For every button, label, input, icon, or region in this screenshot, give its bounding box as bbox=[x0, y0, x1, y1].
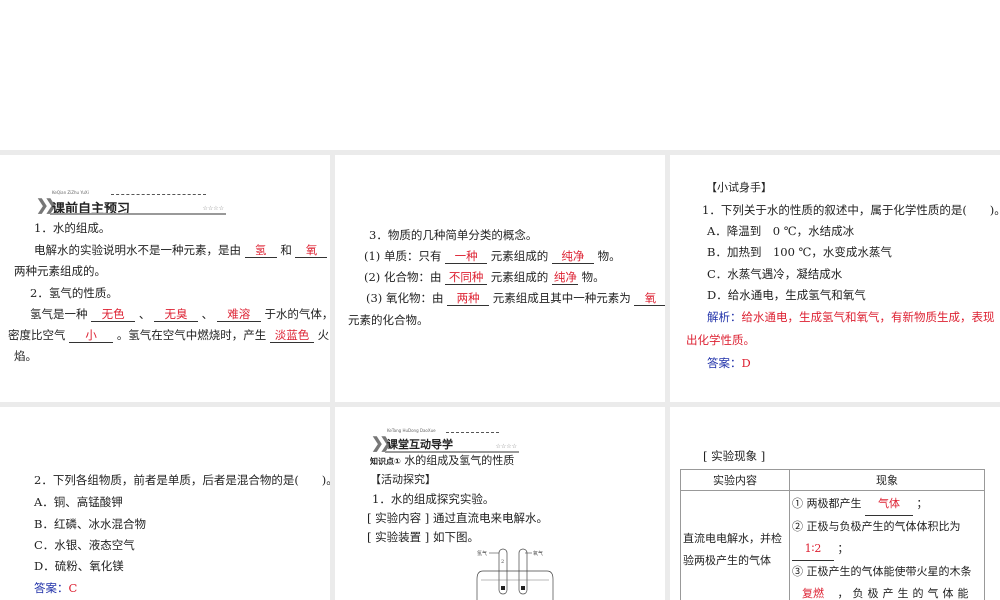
activity-title: 【活动探究】 bbox=[370, 473, 436, 486]
section-header: ❯❯ KeTang HuDong DaoXue 课堂互动导学 ☆☆☆☆ bbox=[371, 428, 519, 453]
section-title: 【小试身手】 bbox=[706, 181, 772, 194]
answer-blank: 难溶 bbox=[216, 307, 261, 322]
analysis: 解析：给水通电，生成氢气和氧气，有新物质生成，表现 bbox=[707, 310, 995, 324]
table-header: 实验内容 bbox=[680, 469, 790, 491]
section-header: ❯❯ KeQian ZiZhu YuXi 课前自主预习 ☆☆☆☆ bbox=[36, 190, 226, 217]
text-line: (2) 化合物：由 不同种 元素组成的 纯净 物。 bbox=[364, 270, 605, 285]
text-line: 焰。 bbox=[14, 349, 37, 363]
answer: 答案：C bbox=[34, 581, 78, 595]
chevron-icon: ❯❯ bbox=[371, 434, 392, 452]
option-b: B．加热到 100 ℃，水变成水蒸气 bbox=[707, 245, 892, 259]
blank-top-area bbox=[0, 0, 1000, 150]
answer-blank: 无色 bbox=[91, 307, 136, 322]
answer-blank: 小 bbox=[69, 328, 114, 343]
text-line: 密度比空气 小 。氢气在空气中燃烧时，产生 淡蓝色 火 bbox=[8, 328, 330, 343]
slide-grid: ❯❯ KeQian ZiZhu YuXi 课前自主预习 ☆☆☆☆ 1．水的组成。… bbox=[0, 150, 1000, 600]
answer: 答案：D bbox=[707, 356, 751, 370]
knowledge-point: 知识点① 水的组成及氢气的性质 bbox=[370, 454, 515, 467]
electrolysis-apparatus-diagram: 氢气 氧气 2 bbox=[476, 548, 554, 600]
table-header: 现象 bbox=[789, 469, 985, 491]
answer-blank: 一种 bbox=[445, 249, 488, 264]
header-pinyin: KeTang HuDong DaoXue bbox=[387, 428, 436, 433]
text-line: 1．水的组成探究实验。 bbox=[372, 492, 495, 506]
option-c: C．水蒸气遇冷，凝结成水 bbox=[707, 267, 843, 281]
answer-blank: 氧 bbox=[634, 291, 665, 306]
text-line: 氢气是一种 无色 、 无臭 、 难溶 于水的气体， bbox=[30, 307, 330, 322]
hydrogen-label: 氢气 bbox=[477, 550, 487, 557]
answer-blank: 无臭 bbox=[153, 307, 198, 322]
option-a: A．降温到 0 ℃，水结成冰 bbox=[707, 224, 855, 238]
text-line: [ 实验装置 ] 如下图。 bbox=[367, 530, 479, 544]
option-b: B．红磷、冰水混合物 bbox=[34, 517, 146, 531]
slide-preview-study[interactable]: ❯❯ KeQian ZiZhu YuXi 课前自主预习 ☆☆☆☆ 1．水的组成。… bbox=[0, 155, 330, 402]
oxygen-label: 氧气 bbox=[533, 550, 543, 557]
option-d: D．给水通电，生成氢气和氧气 bbox=[707, 288, 866, 302]
slide-class-interaction[interactable]: ❯❯ KeTang HuDong DaoXue 课堂互动导学 ☆☆☆☆ 知识点①… bbox=[335, 407, 665, 600]
text-line: (3) 氧化物：由 两种 元素组成且其中一种元素为 氧 bbox=[366, 291, 665, 306]
slide-quiz-2[interactable]: 2．下列各组物质，前者是单质，后者是混合物的是( )。 A．铜、高锰酸钾 B．红… bbox=[0, 407, 330, 600]
question: 1．下列关于水的性质的叙述中，属于化学性质的是( )。 bbox=[702, 203, 1000, 217]
section-title: [ 实验现象 ] bbox=[703, 449, 766, 463]
header-pinyin: KeQian ZiZhu YuXi bbox=[52, 190, 89, 195]
answer-blank: 纯净 bbox=[551, 249, 594, 264]
option-a: A．铜、高锰酸钾 bbox=[34, 495, 123, 509]
answer-blank: 不同种 bbox=[445, 270, 488, 285]
stars-icon: ☆☆☆☆ bbox=[202, 205, 224, 212]
text-line: 元素的化合物。 bbox=[348, 313, 429, 327]
table-cell: 直流电电解水，并检验两极产生的气体 bbox=[680, 490, 790, 600]
text-line: 电解水的实验说明水不是一种元素，是由 氢 和 氧 bbox=[34, 243, 328, 258]
text-line: (1) 单质：只有 一种 元素组成的 纯净 物。 bbox=[364, 249, 621, 264]
answer-blank: 淡蓝色 bbox=[269, 328, 314, 343]
analysis-cont: 出化学性质。 bbox=[686, 333, 755, 347]
text-line: 3．物质的几种简单分类的概念。 bbox=[369, 228, 538, 242]
text-line: 两种元素组成的。 bbox=[14, 264, 106, 278]
slide-classification[interactable]: 3．物质的几种简单分类的概念。 (1) 单质：只有 一种 元素组成的 纯净 物。… bbox=[335, 155, 665, 402]
option-c: C．水银、液态空气 bbox=[34, 538, 135, 552]
answer-blank: 氧 bbox=[295, 243, 328, 258]
text-line: 2．氢气的性质。 bbox=[30, 286, 118, 300]
phenomena-table: 实验内容 现象 直流电电解水，并检验两极产生的气体 ① 两极都产生 气体 ； ② … bbox=[680, 469, 985, 600]
table-cell: ① 两极都产生 气体 ； ② 正极与负极产生的气体体积比为 1∶2 ； ③ 正极… bbox=[789, 490, 985, 600]
answer-blank: 两种 bbox=[447, 291, 490, 306]
chevron-icon: ❯❯ bbox=[36, 196, 57, 214]
stars-icon: ☆☆☆☆ bbox=[495, 443, 517, 450]
text-line: 1．水的组成。 bbox=[34, 221, 111, 235]
answer-blank: 纯净 bbox=[551, 270, 578, 285]
slide-quiz-1[interactable]: 【小试身手】 1．下列关于水的性质的叙述中，属于化学性质的是( )。 A．降温到… bbox=[670, 155, 1000, 402]
text-line: [ 实验内容 ] 通过直流电来电解水。 bbox=[367, 511, 548, 525]
option-d: D．硫粉、氧化镁 bbox=[34, 559, 124, 573]
question: 2．下列各组物质，前者是单质，后者是混合物的是( )。 bbox=[34, 473, 330, 487]
slide-experiment-phenomena[interactable]: [ 实验现象 ] 实验内容 现象 直流电电解水，并检验两极产生的气体 ① 两极都产… bbox=[670, 407, 1000, 600]
header-title: 课堂互动导学 bbox=[387, 438, 453, 451]
svg-text:2: 2 bbox=[501, 559, 504, 565]
answer-blank: 氢 bbox=[244, 243, 277, 258]
